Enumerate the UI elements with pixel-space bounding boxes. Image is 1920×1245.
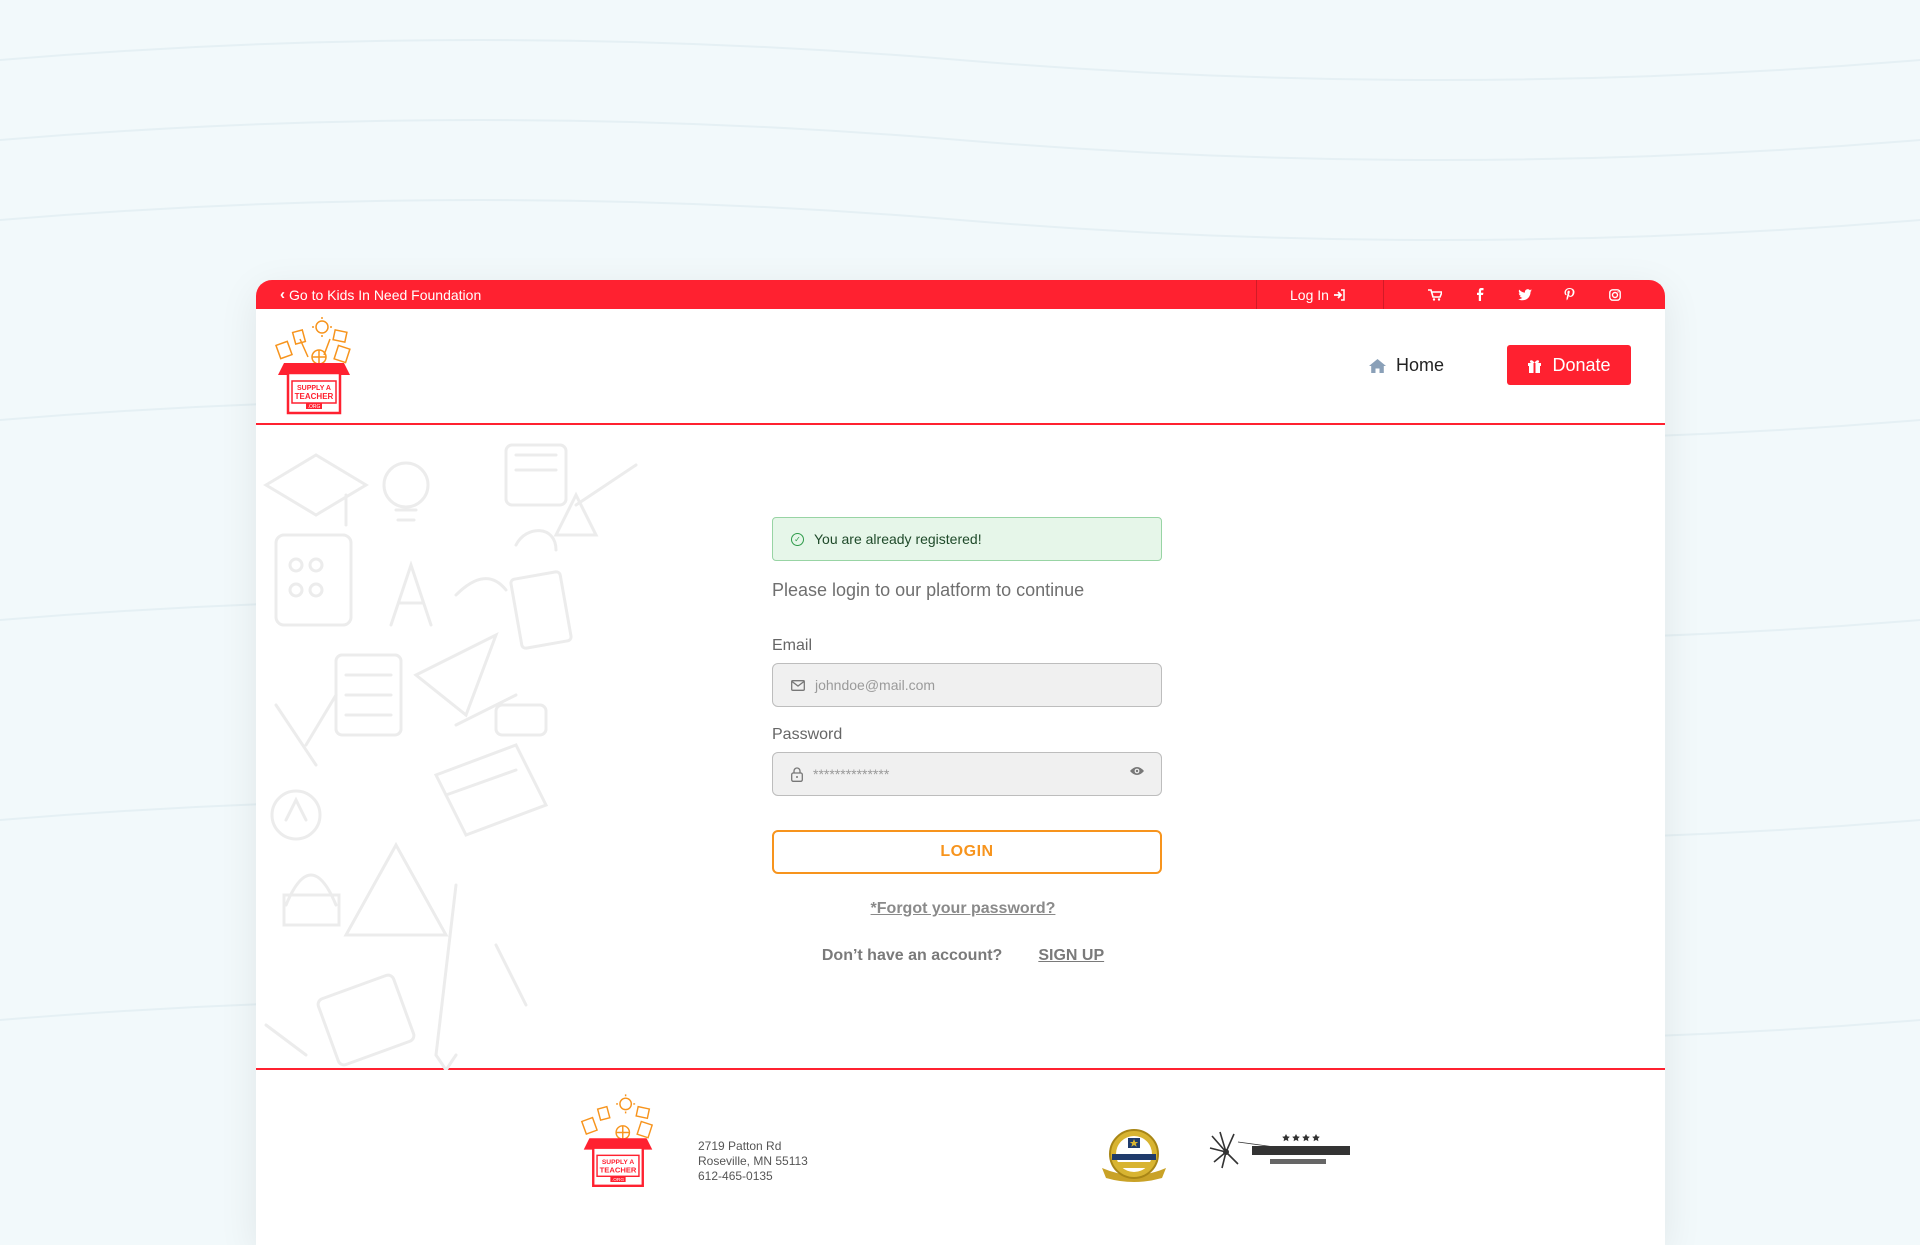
gift-icon <box>1528 359 1542 373</box>
site-footer: SUPPLY A TEACHER .ORG 2719 Patton Rd Ros… <box>256 1070 1665 1243</box>
svg-text:.ORG: .ORG <box>612 1177 624 1183</box>
top-bar: ‹ Go to Kids In Need Foundation Log In <box>256 280 1665 309</box>
phone-number: 612-465-0135 <box>698 1169 773 1183</box>
donate-button[interactable]: Donate <box>1507 345 1631 385</box>
email-placeholder: johndoe@mail.com <box>815 677 936 693</box>
login-section: ✓ You are already registered! Please log… <box>256 425 1665 1070</box>
sign-in-icon <box>1333 288 1345 301</box>
supply-a-teacher-logo[interactable]: SUPPLY A TEACHER .ORG <box>578 1092 658 1192</box>
lock-icon <box>791 766 803 782</box>
login-form: ✓ You are already registered! Please log… <box>772 517 1162 965</box>
check-circle-icon: ✓ <box>791 532 804 546</box>
back-to-foundation-link[interactable]: ‹ Go to Kids In Need Foundation <box>280 280 481 309</box>
password-field[interactable]: ************** <box>772 752 1162 796</box>
chevron-left-icon: ‹ <box>280 286 285 303</box>
address-line-2: Roseville, MN 55113 <box>698 1154 808 1168</box>
alert-text: You are already registered! <box>814 531 982 547</box>
back-link-label: Go to Kids In Need Foundation <box>289 286 482 303</box>
school-doodles-background <box>263 443 638 1070</box>
pinterest-icon[interactable] <box>1547 280 1592 309</box>
cart-icon[interactable] <box>1412 280 1457 309</box>
envelope-icon <box>791 679 805 691</box>
svg-text:TEACHER: TEACHER <box>600 1165 637 1174</box>
donate-label: Donate <box>1552 354 1611 375</box>
svg-text:SUPPLY A: SUPPLY A <box>297 385 331 392</box>
footer-address: 2719 Patton Rd Roseville, MN 55113 612-4… <box>698 1139 808 1184</box>
success-alert: ✓ You are already registered! <box>772 517 1162 561</box>
no-account-text: Don’t have an account? <box>821 947 1003 964</box>
eye-icon[interactable] <box>1129 765 1145 777</box>
address-line-1: 2719 Patton Rd <box>698 1139 782 1153</box>
charity-navigator-four-star-badge[interactable] <box>1208 1128 1354 1172</box>
email-field[interactable]: johndoe@mail.com <box>772 663 1162 707</box>
login-link[interactable]: Log In <box>1290 280 1345 309</box>
forgot-password-link[interactable]: *Forgot your password? <box>772 900 1154 918</box>
browser-window: ‹ Go to Kids In Need Foundation Log In S… <box>256 280 1665 1245</box>
home-icon <box>1369 358 1386 373</box>
nav-home-link[interactable]: Home <box>1369 355 1444 376</box>
twitter-icon[interactable] <box>1502 280 1547 309</box>
login-link-label: Log In <box>1290 286 1329 303</box>
password-value: ************** <box>813 766 890 782</box>
svg-text:TEACHER: TEACHER <box>295 392 334 401</box>
login-subtitle: Please login to our platform to continue <box>772 580 1085 600</box>
signup-link[interactable]: SIGN UP <box>1038 947 1104 965</box>
guidestar-gold-badge[interactable] <box>1098 1128 1170 1182</box>
nav-home-label: Home <box>1396 355 1445 375</box>
facebook-icon[interactable] <box>1457 280 1502 309</box>
email-label: Email <box>772 637 813 654</box>
site-header: SUPPLY A TEACHER .ORG Home Donate <box>256 309 1665 425</box>
signup-row: Don’t have an account? SIGN UP <box>772 947 1154 965</box>
topbar-divider <box>1256 280 1257 309</box>
supply-a-teacher-logo[interactable]: SUPPLY A TEACHER .ORG <box>272 317 356 417</box>
instagram-icon[interactable] <box>1592 280 1637 309</box>
topbar-divider <box>1383 280 1384 309</box>
svg-text:.ORG: .ORG <box>308 404 321 410</box>
social-links <box>1412 280 1637 309</box>
login-button[interactable]: LOGIN <box>772 830 1162 874</box>
password-label: Password <box>772 726 843 743</box>
